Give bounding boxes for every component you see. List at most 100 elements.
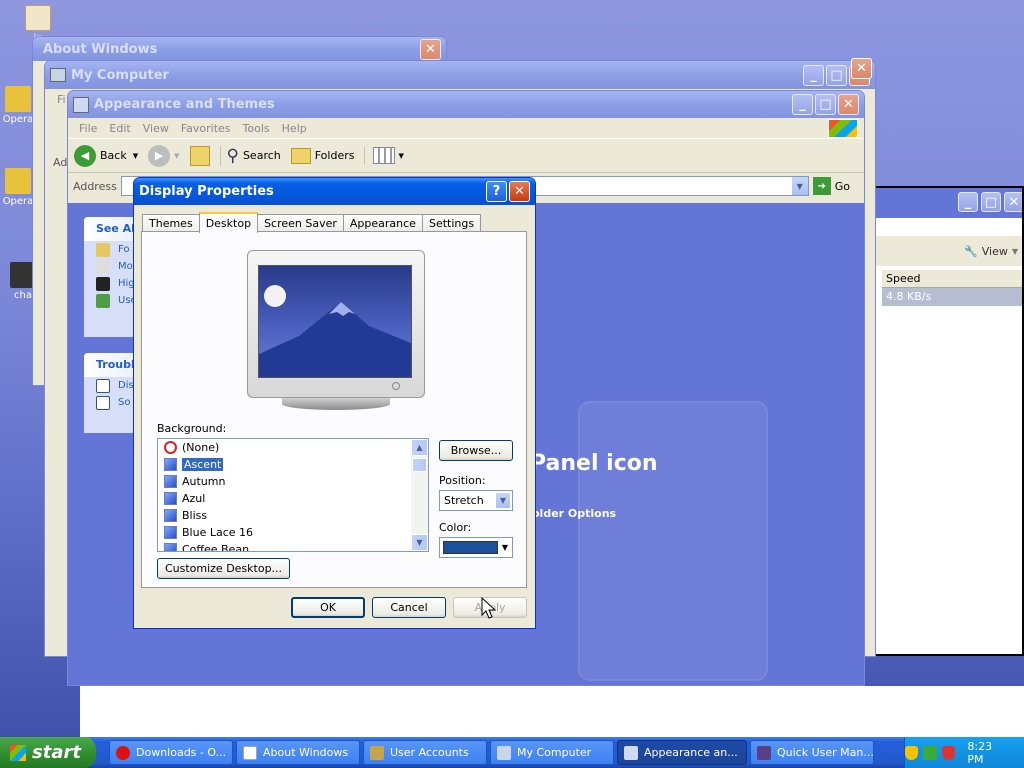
tab-settings[interactable]: Settings	[421, 214, 482, 232]
cancel-button[interactable]: Cancel	[372, 597, 446, 618]
image-icon	[164, 492, 177, 505]
image-icon	[164, 475, 177, 488]
contrast-icon	[96, 276, 110, 291]
taskbar-item-user-accounts[interactable]: User Accounts	[363, 740, 487, 765]
chevron-down-icon: ▼	[791, 177, 808, 195]
chevron-down-icon[interactable]: ▼	[495, 492, 511, 509]
opera-icon	[5, 168, 31, 194]
color-swatch	[443, 541, 498, 554]
view-button[interactable]: View	[982, 245, 1008, 258]
wrench-icon: 🔧	[964, 244, 978, 258]
speed-cell: 4.8 KB/s	[882, 288, 1022, 306]
list-item[interactable]: (None)	[158, 439, 428, 456]
tab-screen-saver[interactable]: Screen Saver	[257, 214, 344, 232]
scroll-down-icon[interactable]: ▼	[411, 534, 428, 551]
toolbar: 🔧 View ▼	[872, 236, 1022, 266]
monitor-preview	[247, 250, 425, 398]
tab-appearance[interactable]: Appearance	[342, 214, 423, 232]
tab-strip: Themes Desktop Screen Saver Appearance S…	[142, 212, 482, 233]
chevron-down-icon[interactable]: ▼	[499, 539, 511, 556]
taskbar-item-appearance[interactable]: Appearance an...	[617, 740, 747, 765]
maximize-button[interactable]: □	[815, 94, 836, 115]
address-label: Address	[73, 179, 117, 193]
go-button[interactable]: Go	[835, 180, 850, 193]
start-button[interactable]: start	[0, 737, 96, 768]
system-tray: 8:23 PM	[904, 737, 1024, 768]
desktop-icon-label: cha	[14, 290, 32, 301]
help-button[interactable]: ?	[486, 181, 507, 202]
folder-options-link[interactable]: older Options	[532, 507, 616, 520]
minimize-button[interactable]: _	[958, 192, 978, 212]
speed-column-header[interactable]: Speed	[882, 270, 1022, 288]
close-button[interactable]: ✕	[420, 38, 441, 60]
network-icon[interactable]	[923, 745, 937, 760]
menu-file[interactable]: Fi	[57, 93, 66, 106]
window-backdrop	[80, 686, 1024, 737]
maximize-button[interactable]: □	[981, 192, 1001, 212]
windows-logo-icon	[828, 119, 858, 138]
position-select[interactable]: Stretch ▼	[439, 490, 513, 511]
menu-tools[interactable]: Tools	[237, 122, 276, 135]
list-item-selected[interactable]: Ascent	[158, 456, 428, 473]
desktop-icon-label: Opera	[2, 196, 34, 207]
customize-desktop-button[interactable]: Customize Desktop...	[157, 558, 290, 579]
background-list[interactable]: (None) Ascent Autumn Azul Bliss Blue Lac…	[157, 438, 429, 552]
up-folder-button[interactable]	[189, 145, 210, 166]
folders-icon	[290, 147, 311, 164]
security-shield-icon[interactable]	[905, 745, 919, 760]
back-button[interactable]: ◀ Back ▼	[74, 144, 138, 167]
menu-favorites[interactable]: Favorites	[175, 122, 237, 135]
opera-icon	[116, 745, 130, 760]
forward-button[interactable]: ▶ ▼	[148, 144, 180, 167]
browse-button[interactable]: Browse...	[439, 440, 513, 461]
back-arrow-icon: ◀	[74, 144, 96, 167]
ok-button[interactable]: OK	[291, 597, 365, 618]
list-scrollbar[interactable]: ▲ ▼	[411, 439, 428, 551]
monitor-stand	[282, 398, 390, 410]
taskbar-item-my-computer[interactable]: My Computer	[490, 740, 614, 765]
image-icon	[164, 458, 177, 471]
minimize-button[interactable]: _	[792, 94, 813, 115]
taskbar-item-about[interactable]: About Windows	[236, 740, 360, 765]
taskbar-item-downloads[interactable]: Downloads - O...	[109, 740, 233, 765]
taskbar-item-quick-user[interactable]: Quick User Man...	[750, 740, 874, 765]
tab-themes[interactable]: Themes	[142, 214, 200, 232]
alert-shield-icon[interactable]	[941, 745, 956, 760]
user-manager-icon	[757, 745, 771, 760]
clock: 8:23 PM	[967, 739, 993, 766]
search-button[interactable]: ⚲ Search	[219, 145, 281, 166]
color-picker[interactable]: ▼	[439, 537, 513, 558]
tab-desktop[interactable]: Desktop	[198, 212, 259, 233]
list-item[interactable]: Autumn	[158, 473, 428, 490]
menu-help[interactable]: Help	[276, 122, 313, 135]
close-button[interactable]: ✕	[509, 181, 530, 202]
scroll-up-icon[interactable]: ▲	[411, 439, 428, 456]
list-item[interactable]: Coffee Bean	[158, 541, 428, 551]
computer-icon	[50, 68, 66, 82]
panel-heading: Panel icon	[530, 451, 658, 476]
maximize-button[interactable]: □	[826, 64, 847, 86]
folders-button[interactable]: Folders	[290, 147, 354, 164]
mountain-image	[259, 285, 411, 377]
list-item[interactable]: Azul	[158, 490, 428, 507]
display-properties-dialog[interactable]: Display Properties ? ✕ Themes Desktop Sc…	[133, 177, 536, 629]
close-button-behind[interactable]: ✕	[851, 58, 872, 79]
help-icon	[96, 395, 110, 410]
background-label: Background:	[157, 422, 227, 435]
close-button[interactable]: ✕	[1004, 192, 1022, 212]
list-item[interactable]: Bliss	[158, 507, 428, 524]
quick-user-window[interactable]: _ □ ✕ 🔧 View ▼ Speed 4.8 KB/s	[870, 186, 1024, 656]
menu-view[interactable]: View	[137, 122, 175, 135]
menu-file[interactable]: File	[73, 122, 103, 135]
window-icon	[243, 745, 257, 760]
menu-edit[interactable]: Edit	[103, 122, 136, 135]
back-label: Back	[100, 149, 127, 162]
window-title: About Windows	[43, 41, 158, 57]
go-arrow-icon[interactable]: ➜	[812, 177, 831, 195]
close-button[interactable]: ✕	[838, 94, 859, 115]
control-panel-icon	[624, 745, 638, 760]
minimize-button[interactable]: _	[803, 64, 824, 86]
list-item[interactable]: Blue Lace 16	[158, 524, 428, 541]
scroll-thumb[interactable]	[412, 458, 427, 472]
views-button[interactable]: ▼	[364, 147, 404, 164]
